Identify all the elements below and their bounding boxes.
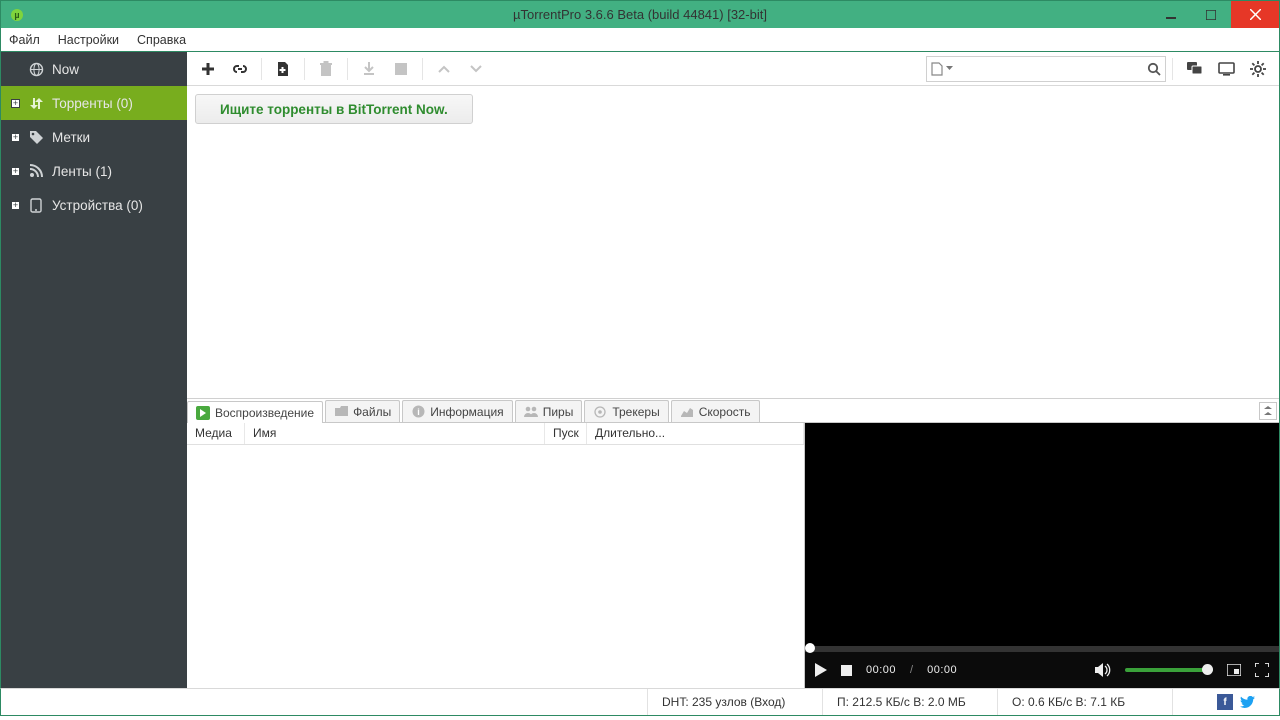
create-torrent-button[interactable]: [268, 55, 298, 83]
expand-icon[interactable]: +: [11, 201, 20, 210]
tab-info[interactable]: i Информация: [402, 400, 512, 422]
menubar: Файл Настройки Справка: [0, 28, 1280, 52]
sidebar: Now + Торренты (0) + Метки + Ленты (1) +…: [1, 52, 187, 688]
play-button[interactable]: [815, 663, 827, 677]
col-duration[interactable]: Длительно...: [587, 423, 804, 444]
time-separator: /: [910, 664, 913, 676]
sidebar-item-labels[interactable]: + Метки: [1, 120, 187, 154]
time-total: 00:00: [927, 664, 957, 676]
detail-pane: Воспроизведение Файлы i Информация Пиры …: [187, 398, 1279, 688]
minimize-button[interactable]: [1151, 1, 1191, 28]
fullscreen-button[interactable]: [1255, 663, 1269, 677]
menu-file[interactable]: Файл: [9, 33, 40, 47]
info-icon: i: [411, 405, 425, 419]
time-current: 00:00: [866, 664, 896, 676]
sidebar-label-torrents: Торренты (0): [52, 96, 133, 111]
video-surface[interactable]: [805, 423, 1279, 646]
statusbar: DHT: 235 узлов (Вход) П: 212.5 КБ/с В: 2…: [0, 688, 1280, 716]
tab-files[interactable]: Файлы: [325, 400, 400, 422]
remote-button[interactable]: [1211, 55, 1241, 83]
tag-icon: [28, 129, 44, 145]
facebook-icon[interactable]: f: [1217, 694, 1233, 710]
search-category-button[interactable]: [931, 62, 953, 76]
svg-text:µ: µ: [14, 10, 19, 20]
volume-slider[interactable]: [1125, 668, 1213, 672]
tab-trackers[interactable]: Трекеры: [584, 400, 668, 422]
tab-peers[interactable]: Пиры: [515, 400, 583, 422]
add-url-button[interactable]: [225, 55, 255, 83]
close-button[interactable]: [1231, 1, 1279, 28]
search-input[interactable]: [953, 62, 1147, 76]
titlebar: µ µTorrentPro 3.6.6 Beta (build 44841) […: [0, 0, 1280, 28]
col-start[interactable]: Пуск: [545, 423, 587, 444]
status-empty: [1, 689, 647, 715]
file-icon: [931, 62, 943, 76]
player-controls: 00:00 / 00:00: [805, 652, 1279, 688]
status-download: П: 212.5 КБ/с В: 2.0 МБ: [822, 689, 997, 715]
target-icon: [593, 405, 607, 419]
sidebar-label-labels: Метки: [52, 130, 90, 145]
status-dht: DHT: 235 узлов (Вход): [647, 689, 822, 715]
sidebar-item-torrents[interactable]: + Торренты (0): [1, 86, 187, 120]
table-body: [187, 445, 804, 688]
status-upload: О: 0.6 КБ/с В: 7.1 КБ: [997, 689, 1172, 715]
menu-help[interactable]: Справка: [137, 33, 186, 47]
sidebar-label-feeds: Ленты (1): [52, 164, 112, 179]
promo-banner[interactable]: Ищите торренты в BitTorrent Now.: [195, 94, 473, 124]
sidebar-item-now[interactable]: Now: [1, 52, 187, 86]
sidebar-label-now: Now: [52, 62, 79, 77]
expand-icon[interactable]: +: [11, 133, 20, 142]
chevron-down-icon: [946, 66, 953, 71]
volume-knob[interactable]: [1202, 664, 1213, 675]
peers-icon: [524, 405, 538, 419]
status-right: f: [1172, 689, 1279, 715]
seek-knob[interactable]: [805, 643, 815, 653]
main-area: Ищите торренты в BitTorrent Now. Воспрои…: [187, 52, 1279, 688]
sidebar-item-devices[interactable]: + Устройства (0): [1, 188, 187, 222]
menu-settings[interactable]: Настройки: [58, 33, 119, 47]
tab-playback[interactable]: Воспроизведение: [187, 401, 323, 423]
chart-icon: [680, 405, 694, 419]
expand-icon[interactable]: +: [11, 99, 20, 108]
col-name[interactable]: Имя: [245, 423, 545, 444]
app-icon: µ: [7, 5, 27, 25]
detail-tabs: Воспроизведение Файлы i Информация Пиры …: [187, 399, 1279, 423]
remove-button[interactable]: [311, 55, 341, 83]
stop-button[interactable]: [386, 55, 416, 83]
folder-icon: [334, 405, 348, 419]
media-player: 00:00 / 00:00: [805, 423, 1279, 688]
window-title: µTorrentPro 3.6.6 Beta (build 44841) [32…: [1, 7, 1279, 22]
sidebar-item-feeds[interactable]: + Ленты (1): [1, 154, 187, 188]
rss-icon: [28, 163, 44, 179]
col-media[interactable]: Медиа: [187, 423, 245, 444]
start-button[interactable]: [354, 55, 384, 83]
add-torrent-button[interactable]: [193, 55, 223, 83]
globe-icon: [28, 61, 44, 77]
move-down-button[interactable]: [461, 55, 491, 83]
play-icon: [196, 406, 210, 420]
search-box: [926, 56, 1166, 82]
tab-speed[interactable]: Скорость: [671, 400, 760, 422]
settings-button[interactable]: [1243, 55, 1273, 83]
device-icon: [28, 197, 44, 213]
seek-bar[interactable]: [805, 646, 1279, 652]
search-icon[interactable]: [1147, 62, 1161, 76]
maximize-button[interactable]: [1191, 1, 1231, 28]
chat-button[interactable]: [1179, 55, 1209, 83]
stop-button[interactable]: [841, 665, 852, 676]
move-up-button[interactable]: [429, 55, 459, 83]
twitter-icon[interactable]: [1239, 694, 1255, 710]
volume-icon[interactable]: [1095, 663, 1111, 677]
transfer-icon: [28, 95, 44, 111]
collapse-detail-button[interactable]: [1259, 402, 1277, 420]
popout-button[interactable]: [1227, 664, 1241, 676]
promo-text: Ищите торренты в BitTorrent Now.: [220, 102, 448, 117]
playback-table: Медиа Имя Пуск Длительно...: [187, 423, 805, 688]
sidebar-label-devices: Устройства (0): [52, 198, 143, 213]
toolbar: [187, 52, 1279, 86]
svg-text:i: i: [417, 407, 420, 417]
expand-icon[interactable]: +: [11, 167, 20, 176]
torrent-list: Ищите торренты в BitTorrent Now.: [187, 86, 1279, 395]
table-header: Медиа Имя Пуск Длительно...: [187, 423, 804, 445]
